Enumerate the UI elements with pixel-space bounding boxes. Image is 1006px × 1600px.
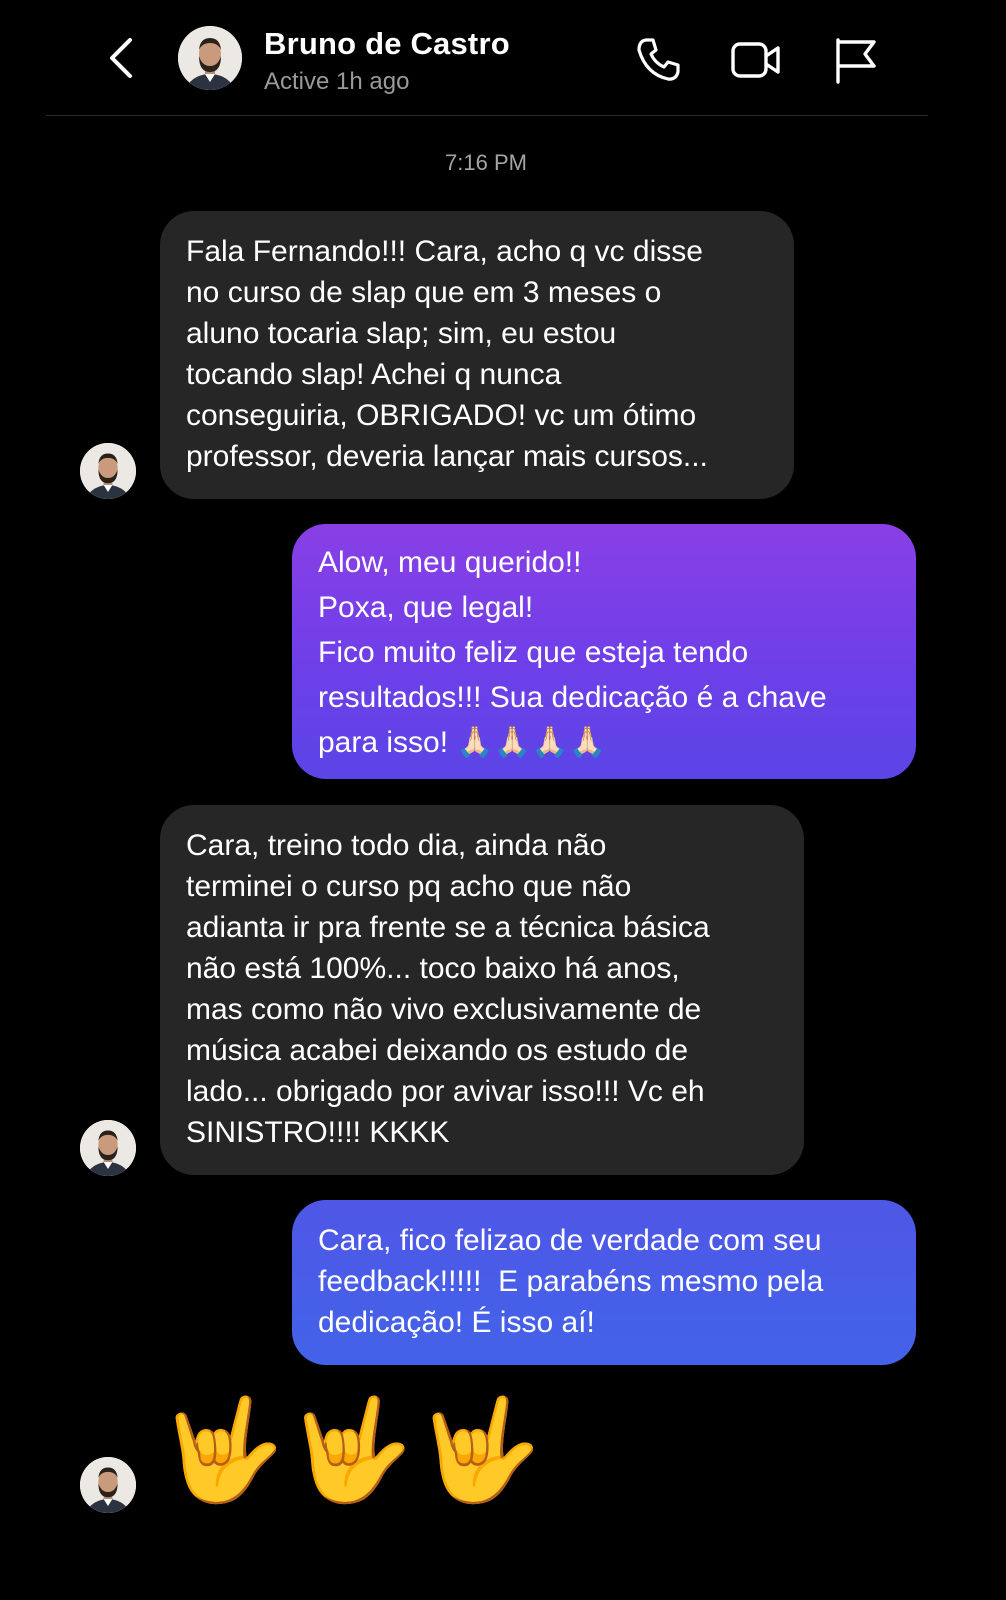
back-chevron-icon[interactable] <box>104 36 148 80</box>
outgoing-message[interactable]: Cara, fico felizao de verdade com seu fe… <box>292 1200 916 1365</box>
outgoing-message[interactable]: Alow, meu querido!! Poxa, que legal! Fic… <box>292 524 916 779</box>
phone-icon[interactable] <box>632 34 684 86</box>
contact-avatar-small <box>80 1457 136 1513</box>
video-camera-icon[interactable] <box>730 34 782 86</box>
chat-header: Bruno de Castro Active 1h ago <box>0 0 1006 116</box>
incoming-message[interactable]: Fala Fernando!!! Cara, acho q vc disse n… <box>160 211 794 499</box>
header-divider <box>46 115 928 116</box>
contact-name[interactable]: Bruno de Castro <box>264 26 510 62</box>
incoming-message[interactable]: Cara, treino todo dia, ainda não termine… <box>160 805 804 1175</box>
emoji-message[interactable]: 🤟🤟🤟 <box>160 1400 546 1500</box>
contact-avatar[interactable] <box>178 26 242 90</box>
active-status: Active 1h ago <box>264 68 410 95</box>
contact-avatar-small <box>80 1120 136 1176</box>
message-timestamp: 7:16 PM <box>445 150 527 175</box>
contact-avatar-small <box>80 443 136 499</box>
flag-icon[interactable] <box>830 34 882 86</box>
